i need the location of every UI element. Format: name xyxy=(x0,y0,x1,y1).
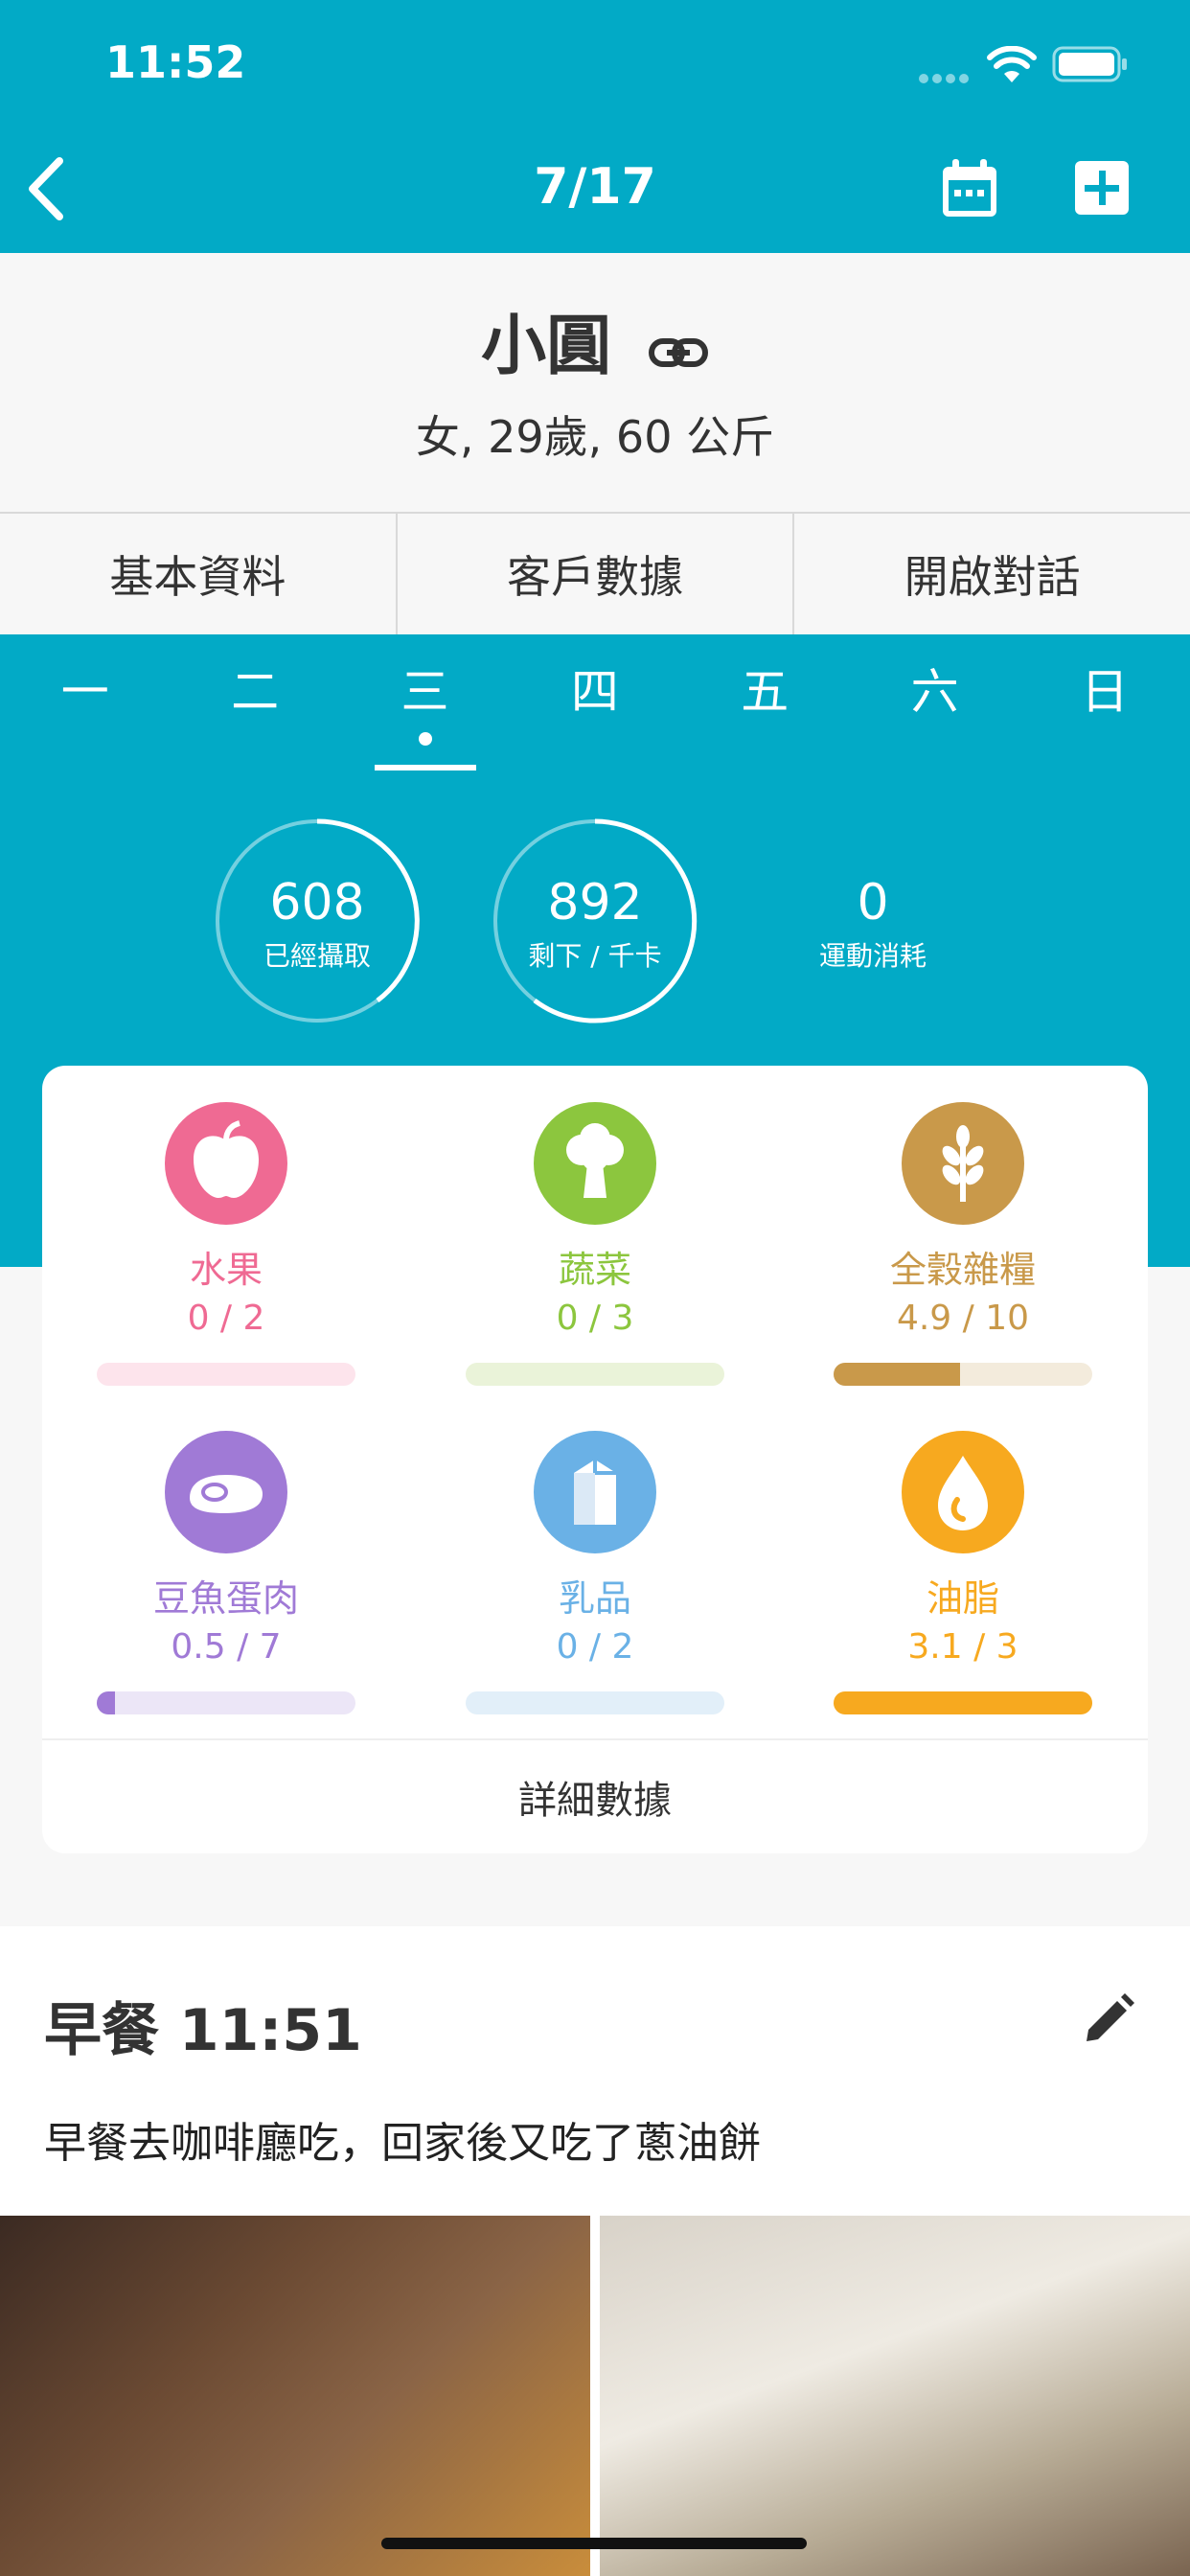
food-group-name: 油脂 xyxy=(926,1577,999,1620)
food-group-name: 全穀雜糧 xyxy=(889,1249,1036,1291)
food-group-cell: 蔬菜 0 / 3 xyxy=(432,1102,758,1386)
food-group-progress-bar xyxy=(466,1691,724,1714)
progress-fill xyxy=(834,1363,961,1386)
progress-fill xyxy=(97,1691,115,1714)
day-label: 二 xyxy=(231,664,280,720)
milk-carton-icon xyxy=(534,1431,656,1553)
oil-drop-icon xyxy=(902,1431,1024,1553)
food-group-value: 3.1 / 3 xyxy=(907,1627,1018,1667)
day-thu[interactable]: 四 xyxy=(510,634,679,778)
tab-basic-info[interactable]: 基本資料 xyxy=(0,514,398,634)
food-group-cell: 全穀雜糧 4.9 / 10 xyxy=(800,1102,1126,1386)
exercise-label: 運動消耗 xyxy=(818,940,927,972)
selected-day-underline xyxy=(374,765,476,770)
meal-photo[interactable] xyxy=(600,2216,1190,2576)
day-label: 五 xyxy=(741,664,790,720)
day-tue[interactable]: 二 xyxy=(170,634,339,778)
pencil-icon xyxy=(1087,1993,1134,2041)
food-group-cell: 油脂 3.1 / 3 xyxy=(800,1431,1126,1714)
meal-title: 早餐 11:51 xyxy=(44,1997,362,2064)
has-record-dot xyxy=(418,732,432,746)
add-button[interactable] xyxy=(1073,159,1131,217)
edit-meal-button[interactable] xyxy=(1081,1991,1136,2047)
remaining-ring: 892 剩下 / 千卡 xyxy=(492,818,698,1024)
progress-fill xyxy=(834,1691,1092,1714)
plus-icon xyxy=(1075,161,1129,215)
home-indicator[interactable] xyxy=(381,2538,807,2549)
day-label: 日 xyxy=(1081,664,1130,720)
food-group-name: 水果 xyxy=(189,1249,263,1291)
weekday-selector: 一 二 三 四 五 六 日 xyxy=(0,634,1190,778)
exercise-stat: 0 運動消耗 xyxy=(770,818,975,1024)
detail-data-link[interactable]: 詳細數據 xyxy=(42,1769,1148,1825)
apple-icon xyxy=(165,1102,287,1225)
food-group-value: 4.9 / 10 xyxy=(896,1299,1030,1338)
food-group-name: 豆魚蛋肉 xyxy=(152,1577,299,1620)
consumed-ring: 608 已經攝取 xyxy=(215,818,420,1024)
exercise-value: 0 xyxy=(857,874,889,932)
day-mon[interactable]: 一 xyxy=(0,634,170,778)
remaining-value: 892 xyxy=(547,874,643,932)
food-group-progress-bar xyxy=(834,1363,1092,1386)
broccoli-icon xyxy=(534,1102,656,1225)
tab-open-chat[interactable]: 開啟對話 xyxy=(794,514,1190,634)
food-group-progress-bar xyxy=(834,1691,1092,1714)
day-label: 四 xyxy=(570,664,619,720)
day-label: 六 xyxy=(910,664,959,720)
remaining-label: 剩下 / 千卡 xyxy=(528,940,662,972)
status-time: 11:52 xyxy=(105,36,246,88)
calendar-button[interactable] xyxy=(939,157,1000,220)
wifi-icon xyxy=(987,45,1037,88)
tab-client-data[interactable]: 客戶數據 xyxy=(398,514,795,634)
day-label: 三 xyxy=(400,664,449,720)
day-label: 一 xyxy=(60,664,109,720)
food-group-value: 0.5 / 7 xyxy=(171,1627,282,1667)
nav-date-title: 7/17 xyxy=(534,158,656,216)
consumed-label: 已經攝取 xyxy=(263,940,371,972)
consumed-value: 608 xyxy=(269,874,365,932)
food-group-value: 0 / 2 xyxy=(556,1627,634,1667)
food-group-cell: 豆魚蛋肉 0.5 / 7 xyxy=(63,1431,389,1714)
food-group-cell: 乳品 0 / 2 xyxy=(432,1431,758,1714)
calendar-icon xyxy=(943,159,996,217)
food-group-value: 0 / 2 xyxy=(187,1299,265,1338)
battery-icon xyxy=(1052,46,1129,88)
signal-icon xyxy=(918,70,972,83)
day-fri[interactable]: 五 xyxy=(680,634,850,778)
food-group-progress-bar xyxy=(97,1363,355,1386)
meal-photo[interactable] xyxy=(0,2216,590,2576)
food-group-progress-bar xyxy=(97,1691,355,1714)
food-group-name: 乳品 xyxy=(558,1577,631,1620)
grain-icon xyxy=(902,1102,1024,1225)
client-details: 女, 29歲, 60 公斤 xyxy=(415,411,775,463)
day-sun[interactable]: 日 xyxy=(1019,634,1189,778)
day-sat[interactable]: 六 xyxy=(850,634,1019,778)
meat-icon xyxy=(165,1431,287,1553)
food-group-progress-bar xyxy=(466,1363,724,1386)
client-name-row: 小圓 xyxy=(0,292,1190,388)
client-tabs: 基本資料 客戶數據 開啟對話 xyxy=(0,512,1190,636)
link-icon[interactable] xyxy=(648,312,709,388)
food-group-value: 0 / 3 xyxy=(556,1299,634,1338)
client-name: 小圓 xyxy=(481,309,612,384)
card-divider xyxy=(42,1738,1148,1740)
day-wed[interactable]: 三 xyxy=(340,634,510,778)
food-group-name: 蔬菜 xyxy=(558,1249,631,1291)
food-group-cell: 水果 0 / 2 xyxy=(63,1102,389,1386)
meal-description: 早餐去咖啡廳吃，回家後又吃了蔥油餅 xyxy=(44,2119,761,2168)
